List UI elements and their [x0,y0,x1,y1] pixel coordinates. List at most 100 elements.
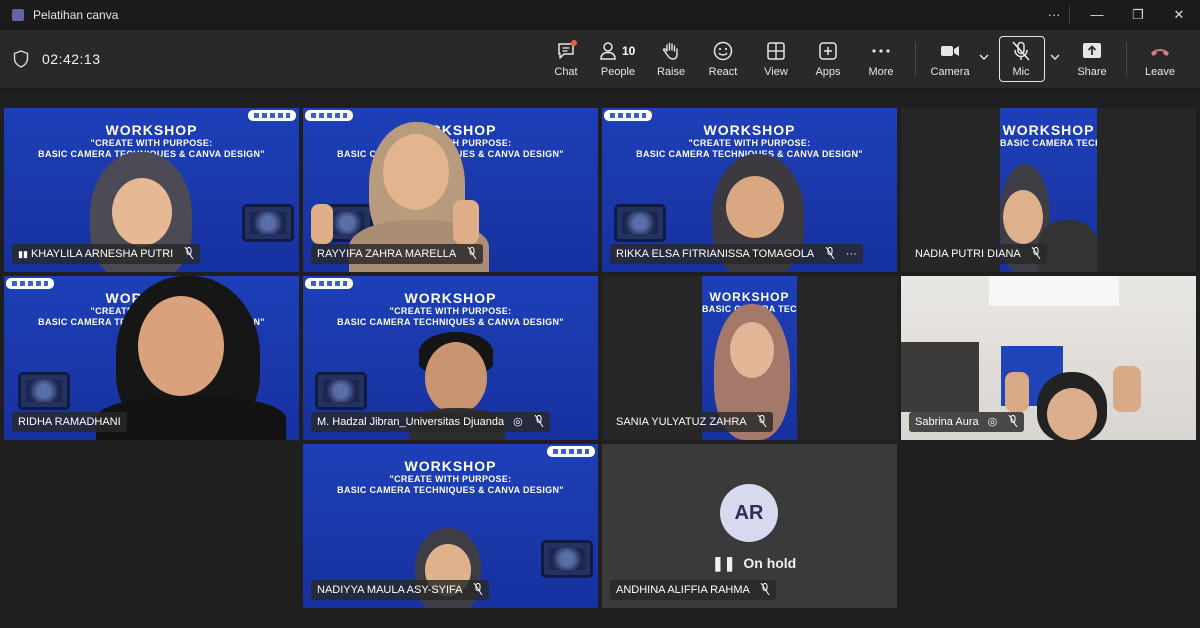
shared-content-icon: ◎ [987,416,998,428]
participant-tile[interactable]: WORKSHOP "CREATE WITH PURPOSE: BASIC CAM… [4,276,299,440]
participant-name-tag: RIDHA RAMADHANI [12,412,127,432]
more-options-icon[interactable]: ··· [1039,4,1069,26]
sponsor-logos [547,446,595,457]
participant-tile[interactable]: WORKSHOP "CREATE WITH PURPOSE: BASIC CAM… [4,108,299,272]
mic-muted-icon [1008,415,1018,427]
hand-icon [662,42,678,60]
participant-more-icon[interactable]: ··· [846,248,857,260]
share-button[interactable]: Share [1068,37,1116,83]
participant-name-tag: ANDHINA ALIFFIA RAHMA [610,580,777,600]
hang-up-phone-icon [1151,49,1169,56]
participant-name-tag: RIKKA ELSA FITRIANISSA TOMAGOLA ··· [610,244,863,264]
chat-label: Chat [554,66,578,78]
sponsor-logos [305,278,353,289]
door-frame [901,342,979,412]
participant-tile[interactable]: WORKSHOP "CREATE WITH PURPOSE: BASIC CAM… [303,276,598,440]
view-label: View [764,66,788,78]
signal-icon: ▮▮ [18,249,28,259]
banner-line-1: "CREATE WITH PURPOSE: [389,474,512,484]
view-button[interactable]: View [752,37,800,83]
shield-icon [13,50,29,68]
participant-tile[interactable]: WORKSHOP BASIC CAMERA TECHNIQUES & CANVA… [602,276,897,440]
share-label: Share [1077,66,1107,78]
banner-headline: WORKSHOP [1002,122,1095,138]
participant-name-tag: M. Hadzal Jibran_Universitas Djuanda ◎ [311,412,550,432]
participant-name-tag: Sabrina Aura ◎ [909,412,1025,432]
camera-options-chevron-down-icon[interactable] [977,50,991,64]
pause-icon: ❚❚ [712,555,736,571]
camera-graphic [541,540,593,578]
more-button[interactable]: More [857,37,905,83]
banner-headline: WORKSHOP [105,122,198,138]
participant-avatar: AR [720,484,778,542]
meeting-timer: 02:42:13 [42,51,101,67]
minimize-button[interactable]: — [1082,4,1112,26]
react-label: React [708,66,738,78]
workshop-banner: WORKSHOP "CREATE WITH PURPOSE: BASIC CAM… [303,290,598,328]
mic-label: Mic [1012,66,1030,78]
banner-headline: WORKSHOP [404,290,497,306]
participant-name-tag: RAYYIFA ZAHRA MARELLA [311,244,483,264]
participant-name: ANDHINA ALIFFIA RAHMA [616,584,750,596]
participant-name-tag: NADIYYA MAULA ASY-SYIFA [311,580,489,600]
participant-tile[interactable]: WORKSHOP "CREATE WITH PURPOSE: BASIC CAM… [303,108,598,272]
raise-hand-button[interactable]: Raise [647,37,695,83]
share-screen-icon [1083,43,1101,58]
mic-options-chevron-down-icon[interactable] [1048,50,1062,64]
on-hold-status: ❚❚ On hold [712,555,796,572]
camera-button[interactable]: Camera [926,37,974,83]
participant-name: RIDHA RAMADHANI [18,416,121,428]
chat-button[interactable]: Chat [542,37,590,83]
banner-line-2: BASIC CAMERA TECHNIQUES & CANVA DESIGN" [337,485,564,495]
banner-line-2: BASIC CAMERA TECHNIQUES & CANVA DESIGN" [337,317,564,327]
banner-headline: WORKSHOP [404,458,497,474]
participant-tile[interactable]: WORKSHOP "CREATE WITH PURPOSE: BASIC CAM… [602,108,897,272]
people-icon [600,42,616,60]
banner-line-1: "CREATE WITH PURPOSE: [688,138,811,148]
mic-muted-icon [184,247,194,259]
participant-name: M. Hadzal Jibran_Universitas Djuanda [317,416,505,428]
apps-plus-icon [819,42,837,60]
participant-tile[interactable]: WORKSHOP BASIC CAMERA TECHNIQUES & CANVA… [901,108,1196,272]
camera-label: Camera [930,66,970,78]
banner-headline: WORKSHOP [703,122,796,138]
restore-button[interactable]: ❐ [1123,4,1153,26]
banner-headline: WORKSHOP [404,122,497,138]
grid-view-icon [767,42,785,60]
shared-content-icon: ◎ [513,416,523,428]
participant-name-tag: SANIA YULYATUZ ZAHRA [610,412,774,432]
participant-name-tag: NADIA PUTRI DIANA [909,244,1048,264]
participant-tile-on-hold[interactable]: AR ❚❚ On hold ANDHINA ALIFFIA RAHMA [602,444,897,608]
title-separator [1069,6,1070,24]
react-button[interactable]: React [699,37,747,83]
leave-label: Leave [1145,66,1175,78]
participant-name: NADIA PUTRI DIANA [915,248,1021,260]
participant-name: RIKKA ELSA FITRIANISSA TOMAGOLA [616,248,814,260]
leave-button[interactable]: Leave [1136,37,1184,83]
apps-label: Apps [815,66,841,78]
camera-graphic [614,204,666,242]
participant-tile[interactable]: WORKSHOP "CREATE WITH PURPOSE: BASIC CAM… [303,444,598,608]
mic-muted-icon [825,247,835,259]
mic-muted-icon [534,415,544,427]
mic-button[interactable]: Mic [997,37,1045,83]
teams-logo-icon [12,9,24,21]
sponsor-logos [248,110,296,121]
apps-button[interactable]: Apps [804,37,852,83]
mic-muted-icon [757,415,767,427]
people-button[interactable]: 10 People [594,37,642,83]
banner-line-2: BASIC CAMERA TECHNIQUES & CANVA DESIGN" [1000,138,1097,148]
mic-muted-icon [467,247,477,259]
sponsor-logos [604,110,652,121]
participant-tile[interactable]: Sabrina Aura ◎ [901,276,1196,440]
more-dots-icon [872,49,890,53]
mic-muted-icon [1031,247,1041,259]
participant-name: RAYYIFA ZAHRA MARELLA [317,248,456,260]
mic-muted-icon [760,583,770,595]
close-button[interactable]: ✕ [1164,4,1194,26]
meeting-toolbar: 02:42:13 Chat 10 People Raise React View… [0,30,1200,89]
on-hold-label: On hold [743,555,797,571]
window-title: Pelatihan canva [33,8,119,22]
ceiling-light [989,276,1119,306]
title-bar: Pelatihan canva ··· — ❐ ✕ [0,0,1200,30]
